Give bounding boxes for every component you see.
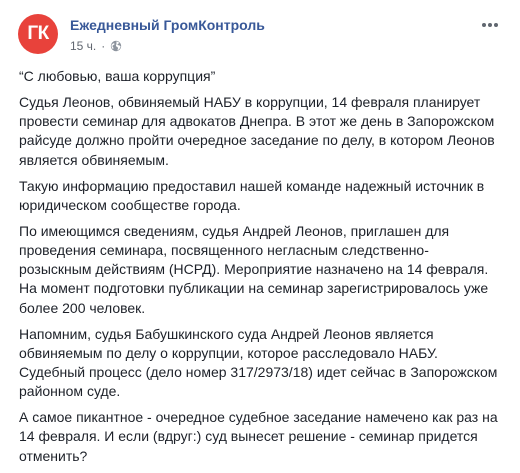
post-paragraph: По имеющимся сведениям, судья Андрей Лео…: [19, 222, 489, 316]
facebook-post: ГК Ежедневный ГромКонтроль 15 ч. · “С лю…: [0, 0, 520, 464]
post-text: “С любовью, ваша коррупция” Судья Леонов…: [19, 67, 501, 473]
more-horizontal-icon: [481, 15, 499, 33]
post-paragraph: Такую информацию предоставил нашей коман…: [19, 177, 485, 213]
page-name-link[interactable]: Ежедневный ГромКонтроль: [70, 17, 265, 33]
globe-icon[interactable]: [110, 40, 122, 52]
avatar-initials: ГК: [27, 23, 49, 44]
post-paragraph: Судья Леонов, обвиняемый НАБУ в коррупци…: [19, 94, 495, 168]
page-avatar[interactable]: ГК: [18, 14, 58, 54]
post-meta: 15 ч. ·: [70, 39, 122, 53]
post-header: ГК Ежедневный ГромКонтроль 15 ч. ·: [18, 14, 508, 56]
meta-separator: ·: [101, 39, 106, 53]
post-paragraph: Напомним, судья Бабушкинского суда Андре…: [19, 325, 498, 400]
post-timestamp[interactable]: 15 ч.: [70, 39, 96, 53]
post-paragraph: “С любовью, ваша коррупция”: [19, 68, 216, 84]
post-paragraph: А самое пикантное - очередное судебное з…: [19, 409, 498, 464]
more-options-button[interactable]: [478, 14, 502, 34]
